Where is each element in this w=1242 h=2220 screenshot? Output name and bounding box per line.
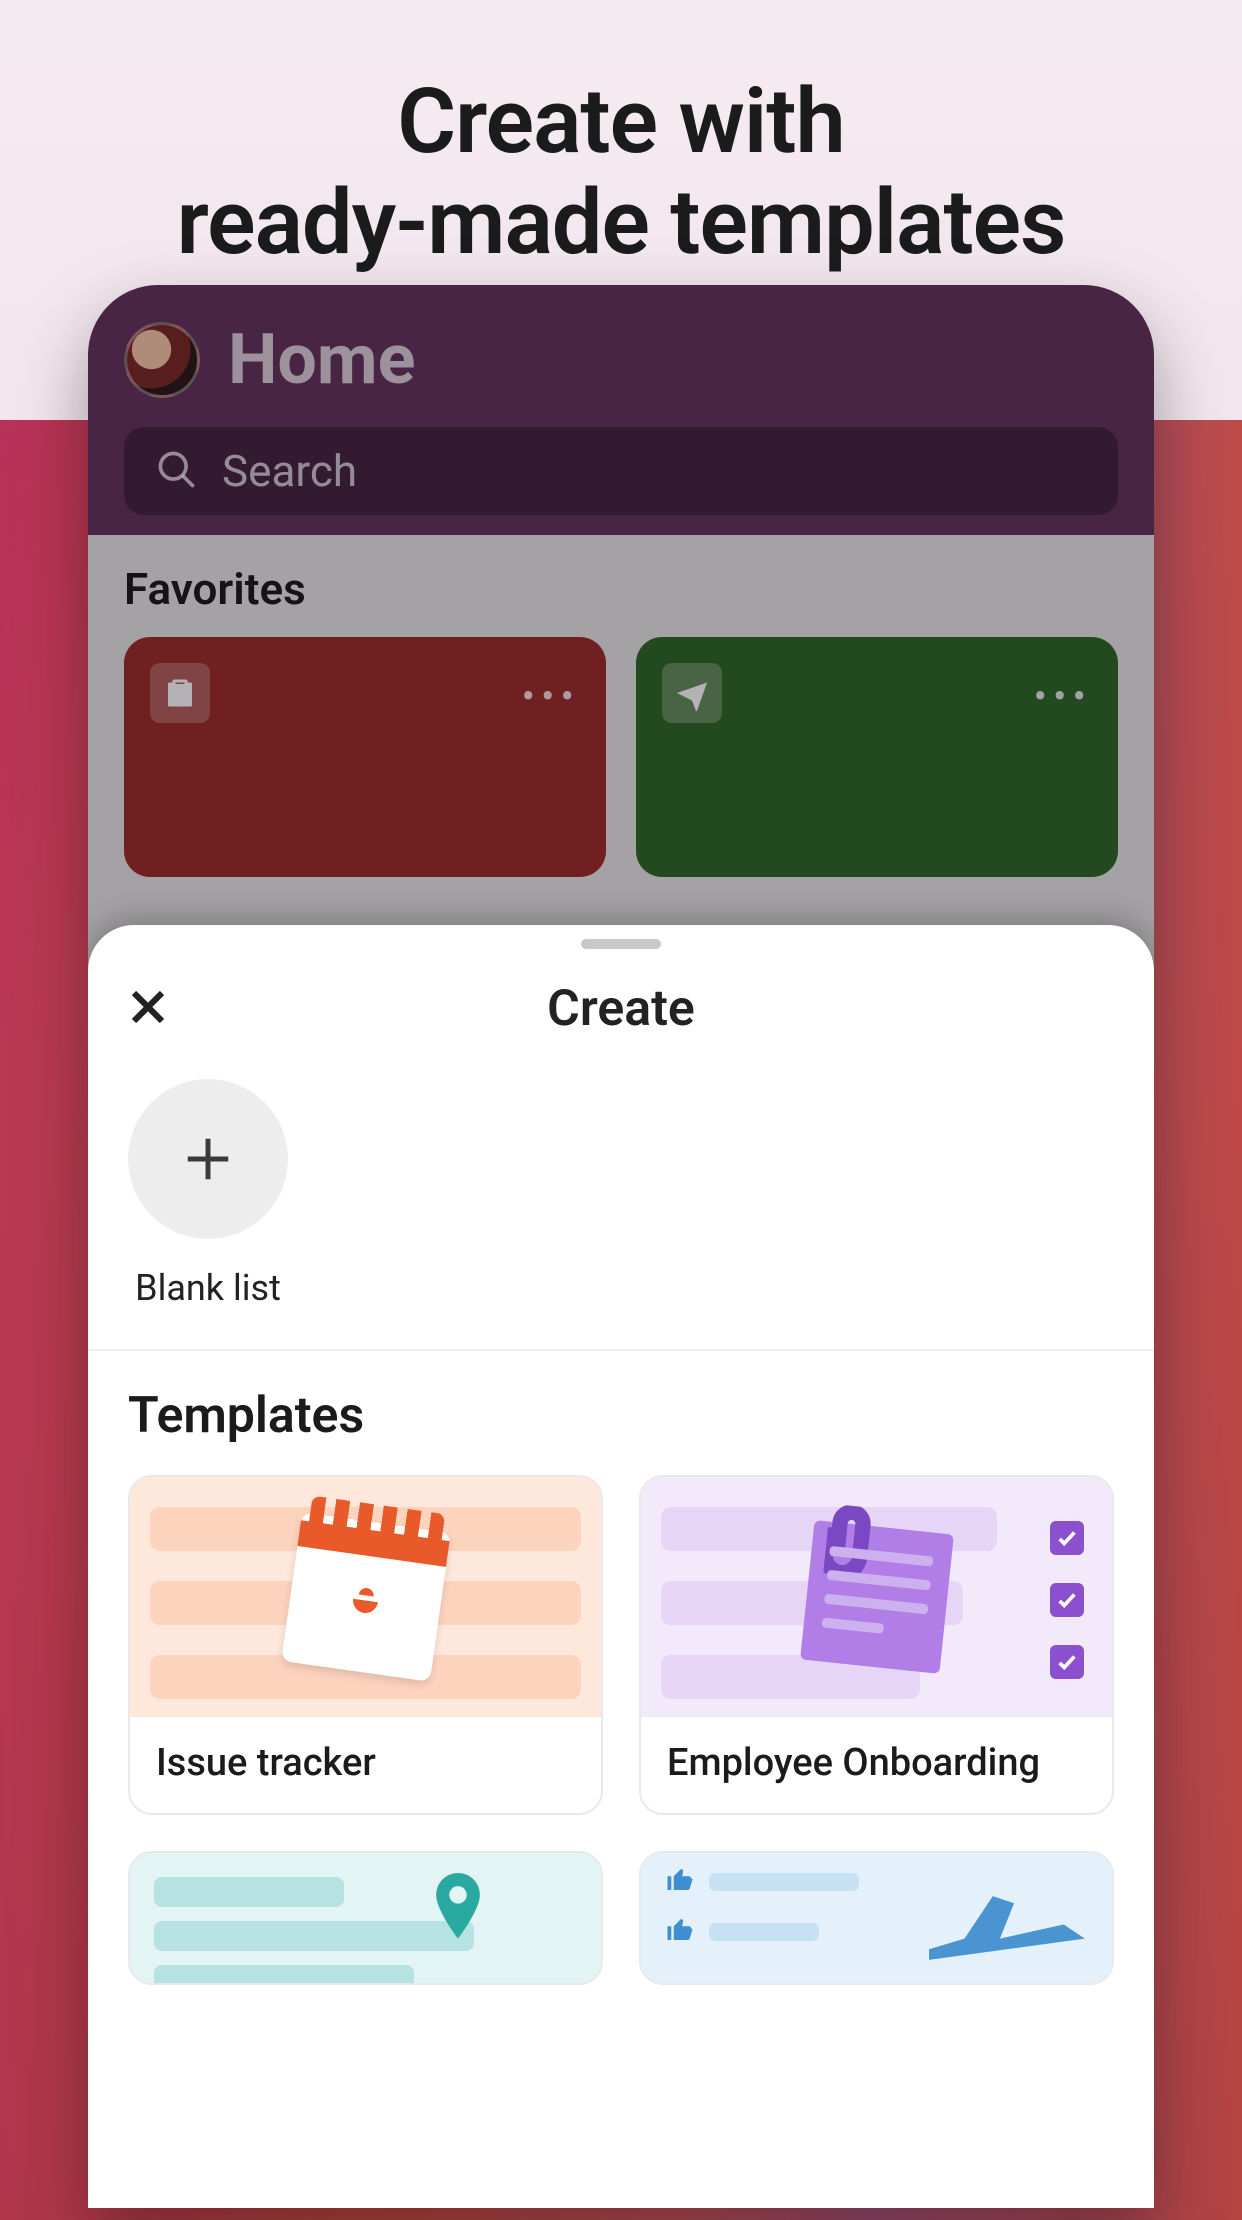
- search-icon: [154, 447, 198, 495]
- blank-list-label: Blank list: [135, 1267, 281, 1309]
- templates-heading: Templates: [128, 1387, 1114, 1445]
- create-sheet: Create Blank list Templates: [88, 925, 1154, 2208]
- sheet-grabber[interactable]: [581, 939, 661, 949]
- template-employee-onboarding[interactable]: Employee Onboarding: [639, 1475, 1114, 1815]
- template-issue-tracker[interactable]: Issue tracker: [128, 1475, 603, 1815]
- promo-headline-line1: Create with: [0, 72, 1242, 173]
- template-card[interactable]: [128, 1851, 603, 1985]
- app-header: Home Search: [88, 285, 1154, 535]
- template-thumbnail: [130, 1853, 601, 1983]
- favorite-card[interactable]: •••: [636, 637, 1118, 877]
- more-icon[interactable]: •••: [1034, 673, 1093, 720]
- promo-headline-line2: ready-made templates: [0, 173, 1242, 274]
- favorites-heading: Favorites: [124, 563, 1118, 615]
- avatar[interactable]: [124, 322, 200, 398]
- search-input[interactable]: Search: [124, 427, 1118, 515]
- close-button[interactable]: [118, 979, 178, 1039]
- phone-frame: Home Search Favorites •••: [88, 285, 1154, 2208]
- close-icon: [127, 986, 169, 1032]
- sheet-title: Create: [547, 980, 695, 1038]
- thumbs-up-icon: [665, 1915, 695, 1949]
- clipboard-icon: [150, 663, 210, 723]
- calendar-bug-icon: [281, 1512, 450, 1681]
- checklist-icon: [1050, 1521, 1084, 1679]
- template-label: Employee Onboarding: [641, 1717, 1112, 1813]
- page-title: Home: [228, 319, 415, 401]
- note-clip-icon: [800, 1520, 954, 1674]
- airplane-icon: [662, 663, 722, 723]
- thumbs-up-icon: [665, 1865, 695, 1899]
- template-card[interactable]: [639, 1851, 1114, 1985]
- template-label: Issue tracker: [130, 1717, 601, 1813]
- template-thumbnail: [130, 1477, 601, 1717]
- plus-icon: [128, 1079, 288, 1239]
- search-placeholder: Search: [222, 445, 357, 497]
- template-thumbnail: [641, 1853, 1112, 1983]
- template-thumbnail: [641, 1477, 1112, 1717]
- blank-list-button[interactable]: Blank list: [128, 1079, 288, 1309]
- more-icon[interactable]: •••: [522, 673, 581, 720]
- promo-headline: Create with ready-made templates: [0, 72, 1242, 274]
- airplane-icon: [922, 1883, 1092, 1977]
- favorite-card[interactable]: •••: [124, 637, 606, 877]
- map-pin-icon: [430, 1873, 486, 1947]
